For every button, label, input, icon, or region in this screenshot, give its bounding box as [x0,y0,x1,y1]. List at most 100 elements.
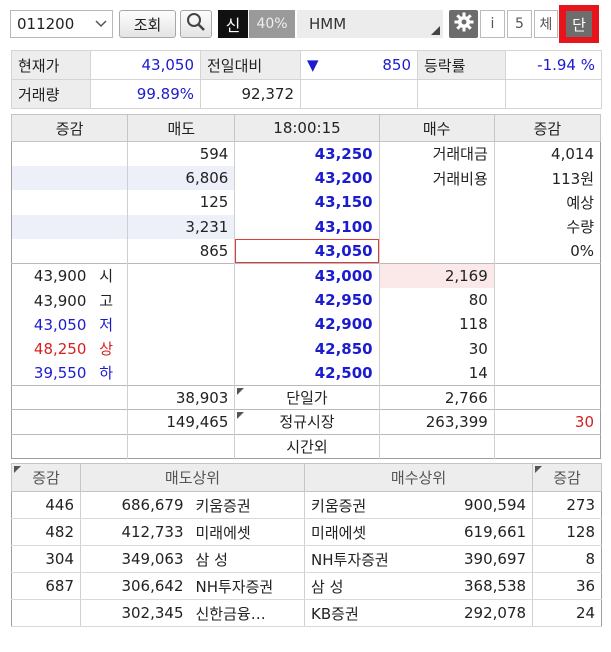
sell-broker[interactable]: 삼 성 [189,545,305,573]
bid-qty: 30 [468,339,488,358]
upper-limit-label: 상 [99,340,114,359]
ask-qty: 594 [127,141,235,166]
ask-price[interactable]: 43,150 [234,190,380,215]
order-book-table: 증감 매도 18:00:15 매수 증감 594 43,250 거래대금 4,0… [10,114,602,460]
corner-triangle-icon [431,26,440,35]
bid-row[interactable]: 43,900 고 42,950 80 [12,287,601,313]
bid-row[interactable]: 43,050 저 42,900 118 [12,312,601,337]
chevron-down-icon [94,14,108,38]
ask-header: 매도 [127,114,236,142]
lower-limit-cell: 39,550 하 [12,361,128,385]
ask-row[interactable]: 125 43,150 예상 [12,190,601,215]
low-label: 저 [99,315,114,334]
total-diff: 30 [493,409,601,435]
info-value: 4,014 [493,141,601,166]
info-button-label: i [490,16,495,32]
top-sellers-header: 매도상위 [79,463,306,492]
stock-name-field[interactable]: HMM [297,10,443,38]
buy-broker[interactable]: 미래에셋 [304,518,420,546]
top-buyers-header: 매수상위 [304,463,534,492]
buy-diff: 36 [532,572,602,600]
total-diff [493,433,601,459]
info-value: 0% [493,239,601,264]
info-label [379,239,494,263]
bid-header: 매수 [378,114,495,142]
buy-broker[interactable]: 삼 성 [304,572,420,600]
open-price-value: 43,900 [33,267,87,286]
bid-price[interactable]: 42,950 [234,287,380,313]
trades-button[interactable]: 체 [534,10,558,38]
broker-row[interactable]: 446 686,679 키움증권 키움증권 900,594 273 [11,491,602,519]
totals-row: 149,465 정규시장 263,399 30 [11,409,601,435]
broker-row[interactable]: 304 349,063 삼 성 NH투자증권 390,697 8 [11,545,602,573]
upper-limit-value: 48,250 [33,340,87,359]
bid-price[interactable]: 43,000 [234,262,380,288]
bid-row[interactable]: 43,900 시 43,000 2,169 [11,262,601,288]
ask-row[interactable]: 865 43,050 0% [12,239,601,264]
change-rate-label: 등락률 [417,50,506,80]
search-button[interactable]: 조회 [119,10,176,38]
totals-row: 시간외 [11,433,601,459]
bid-price[interactable]: 42,500 [234,361,380,386]
bid-row[interactable]: 39,550 하 42,500 14 [12,361,601,386]
down-arrow-icon: ▼ [307,56,319,74]
price-summary-table: 현재가 43,050 전일대비 ▼ 850 등락률 -1.94 % 거래량 99… [11,50,602,109]
buy-diff-header: 증감 [532,463,603,492]
settings-button[interactable] [449,10,478,38]
volume-ratio-value: 99.89% [90,79,201,109]
bid-price[interactable]: 42,850 [234,336,380,362]
sell-qty: 686,679 [80,491,190,519]
high-price-cell: 43,900 고 [12,288,128,312]
trades-button-label: 체 [539,17,553,33]
high-price-value: 43,900 [33,291,87,310]
totals-row: 38,903 단일가 2,766 [11,384,601,410]
buy-total [378,433,495,459]
buy-diff: 273 [532,491,602,519]
buy-total: 263,399 [378,409,495,435]
ask-qty: 125 [127,190,235,215]
ask-row[interactable]: 6,806 43,200 거래비용 113원 [11,165,601,191]
high-label: 고 [99,291,114,310]
bid-price[interactable]: 42,900 [234,312,380,337]
buy-diff: 24 [532,599,602,627]
stock-code-value: 011200 [17,15,75,33]
change-label: 전일대비 [200,50,301,80]
current-price-cell[interactable]: 43,050 [234,239,380,264]
buy-broker[interactable]: 키움증권 [304,491,420,519]
change-value-cell: ▼ 850 [300,50,418,80]
ask-row[interactable]: 3,231 43,100 수량 [11,214,601,240]
single-price-button[interactable]: 단 [559,5,599,43]
sell-broker[interactable]: NH투자증권 [189,572,305,600]
broker-row[interactable]: 482 412,733 미래에셋 미래에셋 619,661 128 [11,518,602,546]
ask-price[interactable]: 43,250 [234,141,380,166]
sell-qty: 412,733 [80,518,190,546]
stock-code-select[interactable]: 011200 [10,10,113,38]
change-rate-value: -1.94 % [505,50,602,80]
credit-badge: 신 [218,10,248,38]
five-level-button[interactable]: 5 [507,10,532,38]
buy-broker[interactable]: NH투자증권 [304,545,420,573]
bid-row[interactable]: 48,250 상 42,850 30 [12,336,601,362]
credit-badge-label: 신 [225,16,241,35]
find-stock-button[interactable] [180,10,212,38]
sell-qty: 306,642 [80,572,190,600]
sell-diff-header: 증감 [11,463,81,492]
broker-row[interactable]: 302,345 신한금융… KB증권 292,078 24 [11,599,602,627]
ask-price[interactable]: 43,100 [234,214,380,240]
buy-broker[interactable]: KB증권 [304,599,420,627]
broker-row[interactable]: 687 306,642 NH투자증권 삼 성 368,538 36 [11,572,602,600]
sell-broker[interactable]: 미래에셋 [189,518,305,546]
total-diff [493,384,601,410]
sell-broker[interactable]: 키움증권 [189,491,305,519]
info-value: 예상 [493,190,601,215]
change-value: 850 [382,56,411,74]
bid-diff-header: 증감 [493,114,602,142]
ask-row[interactable]: 594 43,250 거래대금 4,014 [12,141,601,166]
info-button[interactable]: i [480,10,505,38]
ask-price[interactable]: 43,200 [234,165,380,191]
sell-broker[interactable]: 신한금융… [189,599,305,627]
volume-label: 거래량 [11,79,91,109]
sell-diff: 304 [11,545,81,573]
info-label [379,215,494,239]
ask-diff-header: 증감 [10,114,129,142]
